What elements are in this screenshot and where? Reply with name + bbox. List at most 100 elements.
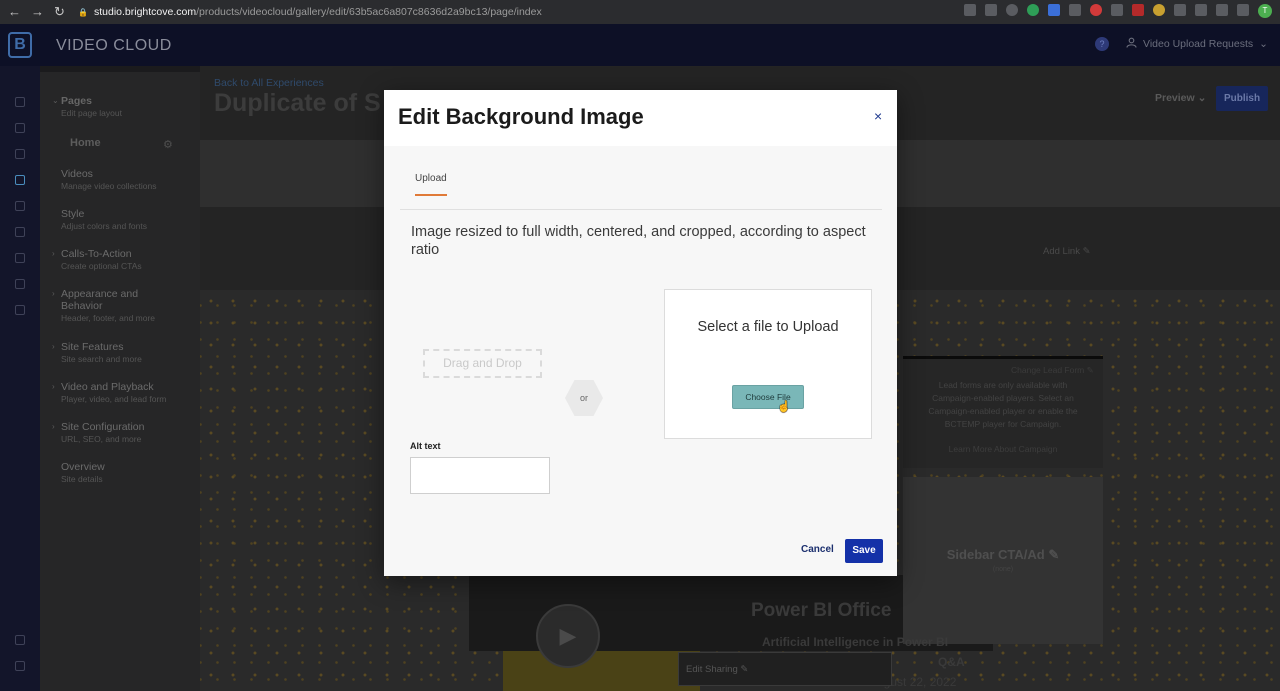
chevron-down-icon: ⌄ — [1197, 92, 1207, 104]
pencil-icon: ✎ — [1048, 547, 1060, 562]
sidebar-item-sub: Manage video collections — [61, 181, 157, 191]
admin-icon[interactable] — [15, 661, 25, 671]
profile-avatar[interactable]: T — [1258, 4, 1272, 18]
person-icon — [1126, 37, 1137, 51]
sidebar-item-style[interactable]: Style Adjust colors and fonts — [61, 208, 196, 231]
video-title: Power BI Office — [751, 600, 892, 621]
video-icon[interactable] — [15, 149, 25, 159]
choose-file-button[interactable]: Choose File — [732, 385, 804, 409]
drag-and-drop-zone[interactable]: Drag and Drop — [423, 349, 542, 378]
save-button[interactable]: Save — [845, 539, 883, 563]
chevron-right-icon: › — [52, 422, 55, 431]
extension-icon[interactable] — [1132, 4, 1144, 16]
gallery-icon[interactable] — [15, 175, 25, 185]
modal-header: Edit Background Image × — [384, 90, 897, 146]
sidebar-cta-sub: (none) — [992, 566, 1014, 573]
brightcove-logo[interactable]: B — [8, 32, 32, 58]
sidebar-item-label: Videos — [61, 168, 93, 180]
add-link-button[interactable]: Add Link ✎ — [1043, 246, 1091, 257]
extension-icon[interactable] — [1090, 4, 1102, 16]
sidebar-item-videos[interactable]: Videos Manage video collections — [61, 168, 196, 191]
back-link[interactable]: Back to All Experiences — [214, 77, 324, 89]
help-icon[interactable]: ? — [1095, 37, 1109, 51]
cancel-button[interactable]: Cancel — [801, 544, 834, 555]
chart-icon[interactable] — [15, 253, 25, 263]
close-icon[interactable]: × — [874, 108, 882, 124]
app-header: B VIDEO CLOUD ? Video Upload Requests ⌄ — [0, 24, 1280, 66]
sidebar-item-sub: Player, video, and lead form — [61, 394, 167, 404]
edit-sharing-button[interactable]: Edit Sharing ✎ — [678, 652, 892, 686]
chevron-right-icon: › — [52, 289, 55, 298]
lead-form-message: Lead forms are only available with Campa… — [928, 380, 1078, 429]
browser-nav: ← → ↻ — [0, 4, 72, 20]
sidebar-item-video-playback[interactable]: › Video and Playback Player, video, and … — [52, 381, 196, 404]
sidebar-item-label: Calls-To-Action — [61, 248, 132, 260]
analytics-icon[interactable] — [15, 123, 25, 133]
list-icon[interactable] — [1216, 4, 1228, 16]
play-icon[interactable]: ▶ — [536, 604, 600, 668]
sidebar-item-label: Overview — [61, 461, 105, 473]
sidebar-item-sub: Edit page layout — [61, 108, 122, 118]
reload-icon[interactable]: ↻ — [54, 4, 65, 20]
tab-upload[interactable]: Upload — [415, 173, 447, 196]
sidebar-cta-title: Sidebar CTA/Ad ✎ — [946, 547, 1060, 562]
image-description: Image resized to full width, centered, a… — [411, 224, 866, 258]
publish-button[interactable]: Publish — [1216, 86, 1268, 111]
sidebar-item-label: Pages — [61, 95, 92, 107]
app-brand: VIDEO CLOUD — [56, 37, 172, 54]
gear-icon[interactable]: ⚙ — [163, 138, 173, 151]
forward-arrow-icon[interactable]: → — [31, 4, 44, 20]
extension-icon[interactable] — [1153, 4, 1165, 16]
home-icon[interactable] — [15, 97, 25, 107]
address-bar[interactable]: 🔒 studio.brightcove.com/products/videocl… — [72, 6, 542, 18]
live-icon[interactable] — [15, 279, 25, 289]
sidebar-item-sub: Header, footer, and more — [61, 313, 156, 323]
extension-icon[interactable] — [1006, 4, 1018, 16]
sidepanel-icon[interactable] — [1237, 4, 1249, 16]
extension-icon[interactable] — [1111, 4, 1123, 16]
extension-icon[interactable] — [1048, 4, 1060, 16]
share-icon[interactable] — [964, 4, 976, 16]
alt-text-input[interactable] — [410, 457, 550, 494]
settings-icon[interactable] — [15, 635, 25, 645]
share-icon[interactable] — [15, 227, 25, 237]
users-icon[interactable] — [15, 305, 25, 315]
sidebar-item-ctas[interactable]: › Calls-To-Action Create optional CTAs — [52, 248, 196, 271]
tab-divider — [400, 209, 882, 210]
extension-icon[interactable] — [1069, 4, 1081, 16]
sidebar-item-pages[interactable]: ⌄ Pages Edit page layout — [52, 95, 196, 118]
sidebar-item-label: Site Features — [61, 341, 124, 353]
extension-icons: T — [964, 4, 1272, 18]
page-item-home[interactable]: Home — [70, 137, 101, 149]
hand-cursor-icon: ☝ — [777, 401, 791, 413]
folder-icon[interactable] — [15, 201, 25, 211]
video-subtitle: Artificial Intelligence in Power BI — [762, 635, 949, 649]
sidebar-cta[interactable]: Sidebar CTA/Ad ✎ (none) — [903, 477, 1103, 644]
chevron-right-icon: › — [52, 382, 55, 391]
sidebar-item-site-configuration[interactable]: › Site Configuration URL, SEO, and more — [52, 421, 196, 444]
star-icon[interactable] — [985, 4, 997, 16]
preview-button[interactable]: Preview ⌄ — [1155, 92, 1206, 104]
learn-more-link[interactable]: Learn More About Campaign — [917, 444, 1089, 454]
url-host: studio.brightcove.com — [93, 6, 197, 18]
extension-icon[interactable] — [1027, 4, 1039, 16]
puzzle-icon[interactable] — [1195, 4, 1207, 16]
sidebar-item-label: Video and Playback — [61, 381, 154, 393]
extension-icon[interactable] — [1174, 4, 1186, 16]
sidebar-item-label: Style — [61, 208, 85, 220]
sidebar-item-appearance[interactable]: › Appearance and Behavior Header, footer… — [52, 288, 171, 323]
sidebar-item-overview[interactable]: Overview Site details — [61, 461, 196, 484]
user-menu[interactable]: Video Upload Requests ⌄ — [1126, 37, 1268, 51]
or-divider: or — [565, 380, 603, 416]
sidebar-item-sub: Site search and more — [61, 354, 142, 364]
pencil-icon: ✎ — [1082, 246, 1091, 257]
lead-form-panel: Change Lead Form ✎ Lead forms are only a… — [903, 356, 1103, 468]
sidebar-item-label: Site Configuration — [61, 421, 145, 433]
sidebar-item-site-features[interactable]: › Site Features Site search and more — [52, 341, 196, 364]
back-arrow-icon[interactable]: ← — [8, 4, 21, 20]
chevron-down-icon: ⌄ — [52, 96, 59, 105]
chevron-down-icon: ⌄ — [1259, 38, 1268, 50]
page-title: Duplicate of S — [214, 89, 381, 117]
chevron-right-icon: › — [52, 342, 55, 351]
change-lead-form-link[interactable]: Change Lead Form ✎ — [1011, 365, 1094, 376]
